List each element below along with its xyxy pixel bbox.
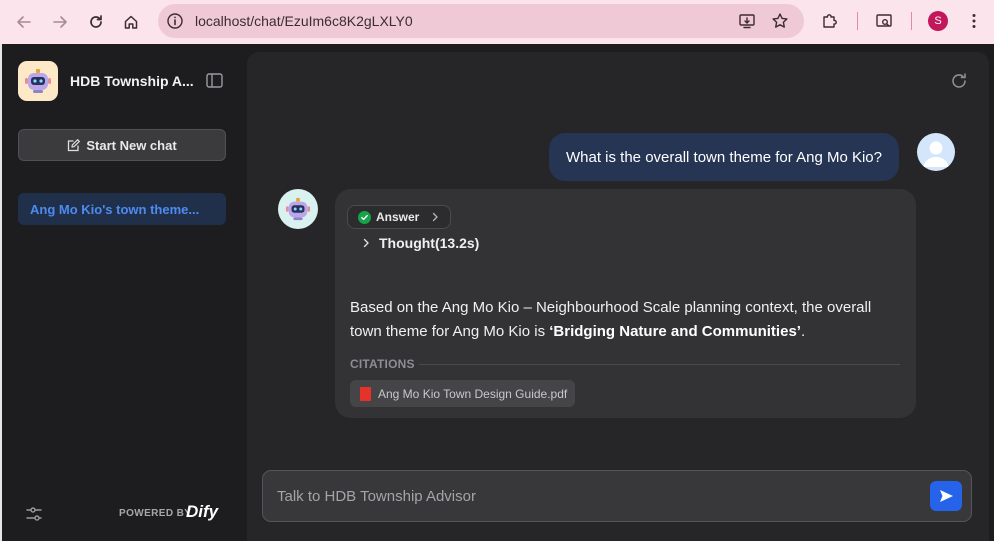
citations-heading: CITATIONS	[350, 357, 415, 371]
thought-toggle[interactable]: Thought(13.2s)	[361, 235, 479, 251]
home-icon	[124, 15, 138, 29]
more-menu-icon[interactable]	[965, 12, 983, 30]
chevron-right-icon	[363, 238, 369, 248]
chat-input[interactable]	[277, 484, 917, 508]
reload-icon	[90, 15, 102, 28]
sidebar-collapse-icon[interactable]	[206, 73, 223, 88]
chat-panel: What is the overall town theme for Ang M…	[247, 52, 989, 541]
app-title: HDB Township A...	[70, 73, 194, 89]
answer-tag-label: Answer	[376, 210, 420, 224]
user-avatar	[917, 133, 955, 171]
bot-avatar	[278, 189, 318, 229]
bot-answer-card: Answer Thought(13.2s) Based on the Ang M…	[335, 189, 916, 418]
reload-button[interactable]	[82, 8, 110, 36]
check-circle-icon	[358, 210, 371, 224]
citation-file-name: Ang Mo Kio Town Design Guide.pdf	[378, 386, 568, 401]
app-logo	[18, 61, 58, 101]
tab-search-icon[interactable]	[875, 12, 893, 30]
answer-tag[interactable]: Answer	[347, 205, 452, 229]
address-bar[interactable]: localhost/chat/EzuIm6c8K2gLXLY0	[158, 4, 804, 38]
send-icon	[940, 490, 953, 502]
sidebar-conversation-item[interactable]: Ang Mo Kio's town theme...	[18, 193, 226, 225]
restart-conversation-icon[interactable]	[949, 71, 969, 91]
edit-icon	[68, 138, 81, 151]
start-new-chat-button[interactable]: Start New chat	[18, 129, 226, 161]
home-button[interactable]	[117, 8, 145, 36]
settings-sliders-icon[interactable]	[26, 506, 42, 522]
answer-text-end: .	[800, 323, 806, 340]
answer-highlight: ‘Bridging Nature and Communities’	[549, 323, 801, 340]
thought-label: Thought(13.2s)	[379, 235, 480, 251]
bookmark-star-icon[interactable]	[771, 12, 789, 30]
citation-chip[interactable]: Ang Mo Kio Town Design Guide.pdf	[350, 380, 576, 407]
url-text[interactable]: localhost/chat/EzuIm6c8K2gLXLY0	[195, 13, 413, 29]
robot-icon	[285, 197, 311, 221]
arrow-left-icon	[17, 16, 31, 28]
toolbar-divider	[911, 12, 912, 30]
pdf-file-icon	[360, 386, 371, 401]
profile-avatar[interactable]: S	[928, 11, 948, 31]
sidebar: HDB Township A... Start New chat Ang Mo …	[0, 44, 244, 541]
user-message-text: What is the overall town theme for Ang M…	[566, 148, 882, 166]
powered-by-label: POWERED BY	[119, 508, 192, 519]
dify-brand: Dify	[186, 502, 219, 521]
toolbar-divider	[857, 12, 858, 30]
send-button[interactable]	[930, 481, 962, 511]
user-silhouette-icon	[923, 141, 949, 167]
site-info-icon[interactable]	[166, 12, 184, 30]
start-new-chat-label: Start New chat	[86, 137, 177, 153]
forward-button[interactable]	[46, 8, 74, 36]
citations-divider	[419, 364, 900, 365]
extensions-icon[interactable]	[821, 12, 839, 30]
user-message-bubble: What is the overall town theme for Ang M…	[549, 133, 899, 181]
browser-toolbar: localhost/chat/EzuIm6c8K2gLXLY0 S	[0, 0, 994, 44]
back-button[interactable]	[10, 8, 38, 36]
answer-text: Based on the Ang Mo Kio – Neighbourhood …	[350, 296, 890, 344]
chat-input-box	[262, 470, 972, 522]
window-edge	[0, 44, 2, 541]
chevron-right-icon	[433, 212, 439, 222]
robot-icon	[25, 69, 51, 93]
arrow-right-icon	[53, 16, 67, 28]
install-app-icon[interactable]	[738, 12, 756, 30]
